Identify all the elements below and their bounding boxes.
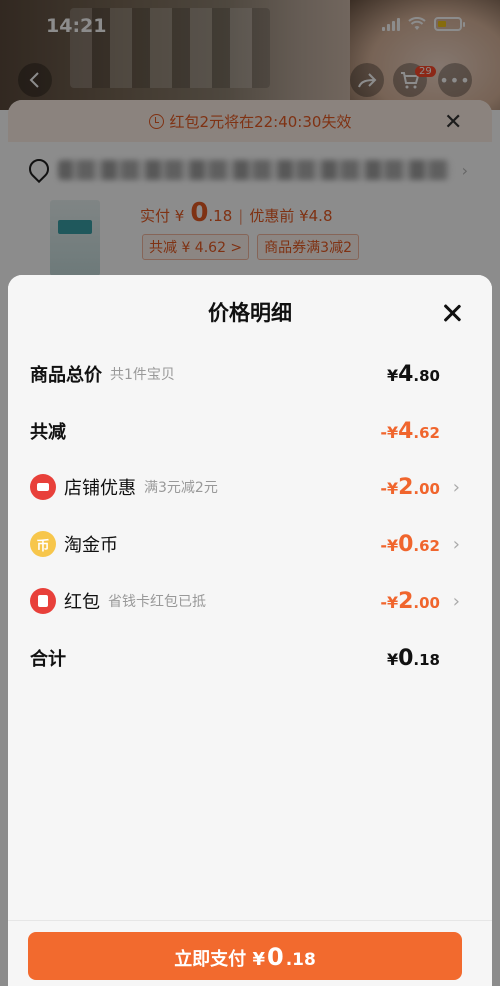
close-icon[interactable] — [438, 299, 466, 327]
pay-button-label: 立即支付 ¥ — [174, 949, 265, 970]
row-total-discount: 共减 -¥4.62 — [8, 411, 492, 451]
row-label: 店铺优惠 — [64, 478, 136, 499]
price-detail-sheet: 价格明细 商品总价 共1件宝贝 ¥4.80 共减 -¥4.62 店铺优惠 满3元… — [8, 275, 492, 986]
row-value: -¥2.00 — [380, 474, 440, 500]
row-label: 共减 — [30, 422, 66, 443]
row-shop-discount[interactable]: 店铺优惠 满3元减2元 -¥2.00 › — [8, 467, 492, 507]
row-sub: 省钱卡红包已抵 — [108, 594, 206, 610]
chevron-right-icon: › — [452, 590, 460, 612]
row-value: -¥4.62 — [380, 418, 440, 444]
row-value: -¥2.00 — [380, 588, 440, 614]
shop-icon — [30, 474, 56, 500]
chevron-right-icon: › — [452, 533, 460, 555]
pay-button-int: 0 — [266, 943, 284, 971]
row-total-goods: 商品总价 共1件宝贝 ¥4.80 — [8, 354, 492, 394]
coin-icon: 币 — [30, 531, 56, 557]
row-taojinbi[interactable]: 币 淘金币 -¥0.62 › — [8, 524, 492, 564]
red-packet-icon — [30, 588, 56, 614]
row-red-packet[interactable]: 红包 省钱卡红包已抵 -¥2.00 › — [8, 581, 492, 621]
sheet-footer: 立即支付 ¥ 0 .18 — [8, 920, 492, 986]
row-label: 淘金币 — [64, 535, 118, 556]
row-label: 合计 — [30, 649, 66, 670]
pay-now-button[interactable]: 立即支付 ¥ 0 .18 — [28, 932, 462, 980]
row-grand-total: 合计 ¥0.18 — [8, 638, 492, 678]
sheet-header: 价格明细 — [8, 275, 492, 345]
row-value: -¥0.62 — [380, 531, 440, 557]
row-value: ¥0.18 — [386, 645, 440, 671]
row-value: ¥4.80 — [386, 361, 440, 387]
pay-button-dec: .18 — [285, 950, 316, 970]
row-sub: 共1件宝贝 — [110, 367, 175, 383]
sheet-title: 价格明细 — [208, 301, 292, 325]
chevron-right-icon: › — [452, 476, 460, 498]
row-label: 红包 — [64, 592, 100, 613]
row-label: 商品总价 — [30, 365, 102, 386]
row-sub: 满3元减2元 — [144, 480, 218, 496]
